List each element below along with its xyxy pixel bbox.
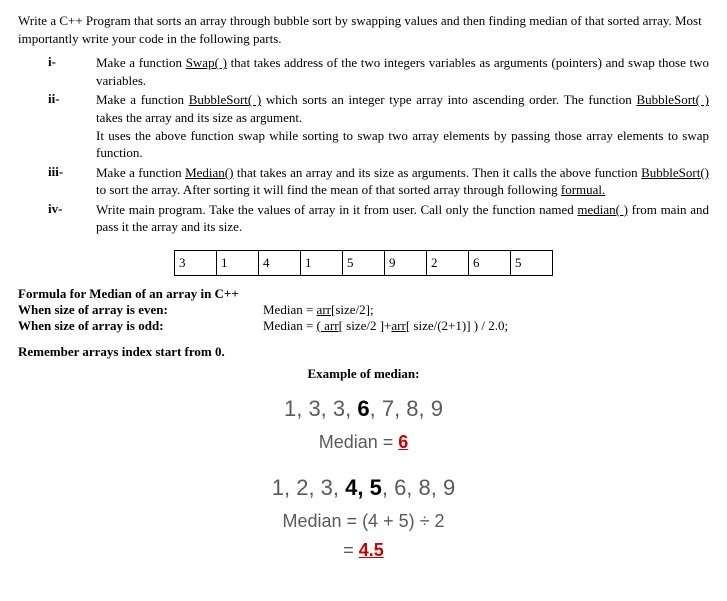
item-body: Make a function BubbleSort( ) which sort… bbox=[96, 91, 709, 161]
example-area: 1, 3, 3, 6, 7, 8, 9 Median = 6 1, 2, 3, … bbox=[18, 396, 709, 561]
fn-bubblesort: BubbleSort( ) bbox=[189, 92, 262, 107]
item-body: Make a function Swap( ) that takes addre… bbox=[96, 54, 709, 89]
formula-block: Formula for Median of an array in C++ Wh… bbox=[18, 286, 709, 334]
item-number: ii- bbox=[48, 91, 96, 161]
fn-bubblesort: BubbleSort( ) bbox=[636, 92, 709, 107]
array-cell: 5 bbox=[511, 250, 553, 275]
items-list: i- Make a function Swap( ) that takes ad… bbox=[48, 54, 709, 235]
item-i: i- Make a function Swap( ) that takes ad… bbox=[48, 54, 709, 89]
text: It uses the above function swap while so… bbox=[96, 128, 709, 161]
word-formual: formual. bbox=[561, 182, 605, 197]
example2-median-expr: Median = (4 + 5) ÷ 2 bbox=[18, 511, 709, 532]
odd-label: When size of array is odd: bbox=[18, 318, 164, 333]
formula-odd: When size of array is odd: Median = ( ar… bbox=[18, 318, 709, 334]
array-cell: 2 bbox=[427, 250, 469, 275]
array-table: 3 1 4 1 5 9 2 6 5 bbox=[174, 250, 553, 276]
fn-median: Median() bbox=[185, 165, 233, 180]
item-iv: iv- Write main program. Take the values … bbox=[48, 201, 709, 236]
array-cell: 5 bbox=[343, 250, 385, 275]
text: Make a function bbox=[96, 92, 189, 107]
text: which sorts an integer type array into a… bbox=[261, 92, 636, 107]
example2-median-result: = 4.5 bbox=[18, 540, 709, 561]
intro-paragraph: Write a C++ Program that sorts an array … bbox=[18, 12, 709, 48]
fn-swap: Swap( ) bbox=[186, 55, 227, 70]
item-iii: iii- Make a function Median() that takes… bbox=[48, 164, 709, 199]
array-cell: 4 bbox=[259, 250, 301, 275]
example1-sequence: 1, 3, 3, 6, 7, 8, 9 bbox=[18, 396, 709, 422]
odd-expr: Median = ( arr[ size/2 ]+arr[ size/(2+1)… bbox=[263, 318, 508, 334]
formula-even: When size of array is even: Median = arr… bbox=[18, 302, 709, 318]
example1-median: Median = 6 bbox=[18, 432, 709, 453]
formula-heading: Formula for Median of an array in C++ bbox=[18, 286, 709, 302]
fn-median-call: median( ) bbox=[577, 202, 628, 217]
example-heading: Example of median: bbox=[18, 366, 709, 382]
item-body: Make a function Median() that takes an a… bbox=[96, 164, 709, 199]
even-label: When size of array is even: bbox=[18, 302, 168, 317]
item-body: Write main program. Take the values of a… bbox=[96, 201, 709, 236]
text: Make a function bbox=[96, 165, 185, 180]
array-cell: 6 bbox=[469, 250, 511, 275]
array-cell: 1 bbox=[217, 250, 259, 275]
item-number: iv- bbox=[48, 201, 96, 236]
text: Make a function bbox=[96, 55, 186, 70]
remember-note: Remember arrays index start from 0. bbox=[18, 344, 709, 360]
array-cell: 9 bbox=[385, 250, 427, 275]
item-ii: ii- Make a function BubbleSort( ) which … bbox=[48, 91, 709, 161]
array-cell: 1 bbox=[301, 250, 343, 275]
fn-bubblesort: BubbleSort() bbox=[641, 165, 709, 180]
text: to sort the array. After sorting it will… bbox=[96, 182, 561, 197]
text: takes the array and its size as argument… bbox=[96, 110, 302, 125]
example2-sequence: 1, 2, 3, 4, 5, 6, 8, 9 bbox=[18, 475, 709, 501]
item-number: i- bbox=[48, 54, 96, 89]
text: that takes an array and its size as argu… bbox=[233, 165, 641, 180]
array-cell: 3 bbox=[175, 250, 217, 275]
text: Write main program. Take the values of a… bbox=[96, 202, 577, 217]
even-expr: Median = arr[size/2]; bbox=[263, 302, 374, 318]
item-number: iii- bbox=[48, 164, 96, 199]
